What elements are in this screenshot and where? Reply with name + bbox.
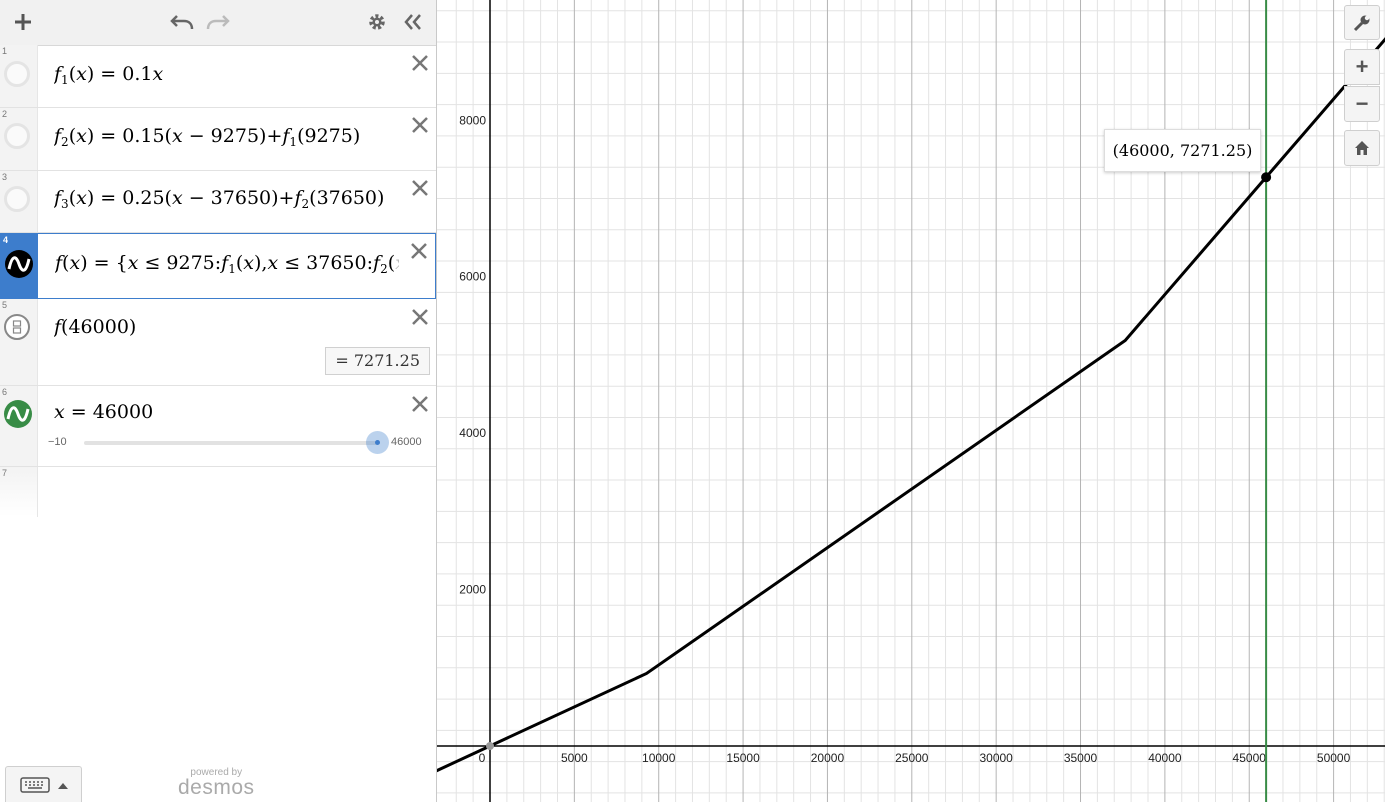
wrench-icon[interactable] [1344, 5, 1380, 40]
keyboard-icon [20, 777, 50, 793]
plus-icon[interactable] [10, 6, 36, 38]
expression-math[interactable]: f3(x) = 0.25(x − 37650)+f2(37650) [54, 187, 404, 211]
expression-index: 2 [2, 109, 8, 119]
x-tick-label: 15000 [726, 751, 760, 765]
close-icon[interactable] [410, 394, 430, 414]
expression-row[interactable]: 2 f2(x) = 0.15(x − 9275)+f1(9275) [0, 108, 436, 171]
graph-canvas[interactable]: 0 5000 10000 15000 20000 25000 30000 35000 40000… [437, 0, 1385, 802]
evaluation-result: = 7271.25 [325, 347, 430, 375]
piecewise-curve[interactable] [437, 0, 1385, 773]
expression-gutter: 7 [0, 467, 38, 517]
expression-row[interactable]: 1 f1(x) = 0.1x [0, 45, 436, 108]
slider-min[interactable]: −10 [48, 436, 67, 448]
close-icon[interactable] [410, 178, 430, 198]
expression-row-empty[interactable]: 7 [0, 467, 436, 517]
graph-visible-toggle-icon[interactable] [4, 400, 32, 428]
origin-point[interactable] [486, 742, 494, 750]
close-icon[interactable] [410, 115, 430, 135]
x-tick-label: 40000 [1148, 751, 1182, 765]
evaluated-point[interactable] [1261, 172, 1272, 183]
home-icon[interactable] [1344, 130, 1380, 166]
expression-row-selected[interactable]: 4 f(x) = {x ≤ 9275:f1(x),x ≤ 37650:f2(x [0, 233, 436, 299]
expression-gutter: 1 [0, 45, 38, 107]
close-icon[interactable] [410, 53, 430, 73]
color-toggle-icon[interactable] [4, 186, 30, 212]
zoom-out-button[interactable]: − [1344, 86, 1380, 122]
expression-gutter: 2 [0, 108, 38, 170]
powered-by-desmos[interactable]: powered by desmos [178, 767, 255, 800]
double-chevron-left-icon[interactable] [400, 6, 426, 38]
y-tick-label: 6000 [459, 270, 486, 284]
expression-row[interactable]: 6 x = 46000 −10 46000 [0, 386, 436, 467]
slider-max[interactable]: 46000 [391, 436, 422, 448]
close-icon[interactable] [410, 307, 430, 327]
x-tick-label: 35000 [1064, 751, 1098, 765]
expression-math[interactable]: x = 46000 [54, 401, 354, 423]
expression-math[interactable]: f2(x) = 0.15(x − 9275)+f1(9275) [54, 125, 404, 149]
expression-toolbar [0, 0, 436, 46]
y-tick-label: 4000 [459, 426, 486, 440]
x-tick-label: 5000 [561, 751, 588, 765]
expression-math[interactable]: f(x) = {x ≤ 9275:f1(x),x ≤ 37650:f2(x [55, 252, 399, 276]
x-tick-label: 20000 [811, 751, 845, 765]
slider-handle[interactable] [366, 431, 389, 454]
keyboard-toggle-button[interactable] [5, 766, 82, 802]
graph-visible-toggle-icon[interactable] [5, 250, 33, 278]
expression-index: 1 [2, 46, 8, 56]
tick-labels: 0 5000 10000 15000 20000 25000 30000 35000 40000… [459, 113, 1350, 765]
gear-icon[interactable] [364, 6, 390, 38]
expression-index: 6 [2, 387, 8, 397]
slider-track[interactable] [84, 441, 378, 445]
close-icon[interactable] [409, 241, 429, 261]
expression-math[interactable]: f(46000) [54, 316, 354, 338]
caret-up-icon [58, 783, 68, 789]
undo-icon[interactable] [168, 6, 196, 38]
minor-gridlines [437, 0, 1385, 802]
calculator-icon [4, 314, 30, 340]
redo-icon[interactable] [204, 6, 232, 38]
expression-gutter: 3 [0, 171, 38, 232]
axes [437, 0, 1385, 802]
major-gridlines [489, 0, 1335, 802]
expression-index: 5 [2, 300, 8, 310]
expression-math[interactable]: f1(x) = 0.1x [54, 63, 404, 87]
x-tick-label: 0 [479, 751, 486, 765]
expression-row[interactable]: 3 f3(x) = 0.25(x − 37650)+f2(37650) [0, 171, 436, 233]
expression-index: 7 [2, 468, 8, 478]
expression-gutter: 6 [0, 386, 38, 466]
expression-gutter: 4 [1, 234, 38, 298]
point-label: (46000, 7271.25) [1104, 129, 1261, 172]
expression-index: 3 [2, 172, 8, 182]
x-tick-label: 25000 [895, 751, 929, 765]
x-tick-label: 45000 [1233, 751, 1267, 765]
y-tick-label: 8000 [459, 113, 486, 127]
y-tick-label: 2000 [459, 583, 486, 597]
x-tick-label: 30000 [979, 751, 1013, 765]
x-tick-label: 10000 [642, 751, 676, 765]
color-toggle-icon[interactable] [4, 123, 30, 149]
expression-gutter: 5 [0, 299, 38, 385]
x-tick-label: 50000 [1317, 751, 1351, 765]
zoom-in-button[interactable]: + [1344, 49, 1380, 85]
desmos-logo: desmos [178, 776, 255, 799]
color-toggle-icon[interactable] [4, 61, 30, 87]
expression-index: 4 [3, 235, 9, 245]
expression-row[interactable]: 5 f(46000) = 7271.25 [0, 299, 436, 386]
expression-list-panel: 1 f1(x) = 0.1x 2 f2(x) = 0.15(x − 9275)+… [0, 0, 436, 802]
